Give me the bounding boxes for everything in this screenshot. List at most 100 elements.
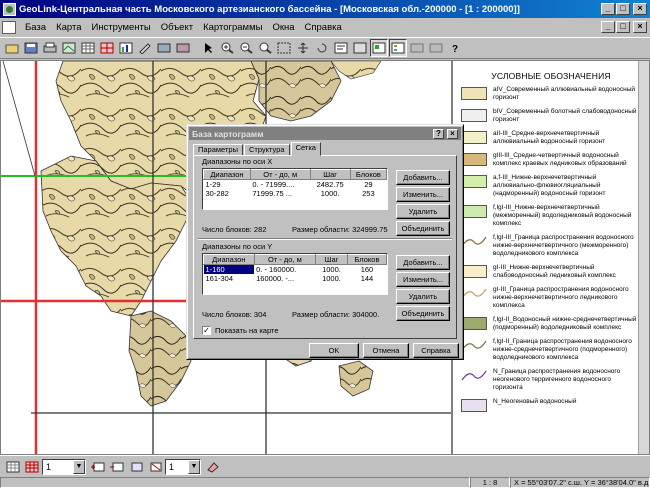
help-icon[interactable]: ? — [446, 39, 464, 57]
legend-swatch — [461, 87, 487, 100]
layer-select[interactable]: 1 ▼ — [42, 458, 86, 475]
open-icon[interactable] — [3, 39, 21, 57]
add-row-icon[interactable] — [89, 458, 107, 476]
menu-cartograms[interactable]: Картограммы — [198, 22, 267, 33]
x-ranges-grid[interactable]: Диапазон От - до, м Шаг Блоков 1-29 0. -… — [202, 168, 388, 210]
legend-item: f,lgI-III_Нижне-верхнечетвертичный (межм… — [453, 204, 649, 228]
export-icon[interactable] — [155, 39, 173, 57]
cancel-button[interactable]: Отмена — [363, 343, 409, 358]
x-delete-button[interactable]: Удалить — [396, 204, 450, 219]
mdi-restore-button[interactable]: □ — [616, 21, 630, 33]
select-icon[interactable] — [351, 39, 369, 57]
insert-block-icon[interactable] — [127, 458, 145, 476]
add-column-icon[interactable] — [108, 458, 126, 476]
map-view-icon[interactable] — [370, 39, 388, 57]
legend-item: aII-III_Средне-верхнечетвертичный аллюви… — [453, 130, 649, 146]
import-icon[interactable] — [174, 39, 192, 57]
x-row1-blocks: 29 — [364, 180, 373, 189]
legend-item: bIV_Современный болотный слабоводоносный… — [453, 108, 649, 124]
chevron-down-icon[interactable]: ▼ — [188, 459, 200, 474]
tab-grid[interactable]: Сетка — [290, 142, 321, 156]
svg-text:?: ? — [452, 44, 458, 54]
menu-map[interactable]: Карта — [51, 22, 86, 33]
menu-tools[interactable]: Инструменты — [86, 22, 155, 33]
mdi-minimize-button[interactable]: _ — [601, 21, 615, 33]
chevron-down-icon[interactable]: ▼ — [73, 459, 85, 474]
minimize-button[interactable]: _ — [601, 3, 615, 15]
y-edit-button[interactable]: Изменить... — [396, 272, 450, 287]
y-row1-range: 1-160 — [203, 264, 255, 274]
grid-icon[interactable] — [98, 39, 116, 57]
window-title: GeoLink-Центральная часть Московского ар… — [19, 3, 520, 15]
legend-icon[interactable] — [389, 39, 407, 57]
zoom-extent-icon[interactable] — [275, 39, 293, 57]
y-merge-button[interactable]: Объединить — [396, 306, 450, 321]
menu-object[interactable]: Объект — [156, 22, 198, 33]
y-col-from-to[interactable]: От - до, м — [253, 254, 317, 265]
x-merge-button[interactable]: Объединить — [396, 221, 450, 236]
legend-item: gI-III_Нижне-верхнечетвертичный слабовод… — [453, 264, 649, 280]
info-icon[interactable] — [332, 39, 350, 57]
zoom-in-icon[interactable] — [218, 39, 236, 57]
refresh-icon[interactable] — [313, 39, 331, 57]
legend-label: bIV_Современный болотный слабоводоносный… — [493, 108, 637, 123]
pan-icon[interactable] — [294, 39, 312, 57]
y-col-range[interactable]: Диапазон — [203, 254, 255, 265]
y-col-blocks[interactable]: Блоков — [346, 254, 388, 265]
legend-swatch — [461, 265, 487, 278]
legend-item: gI-III_Граница распространения водоносно… — [453, 286, 649, 310]
edit-icon[interactable] — [136, 39, 154, 57]
table-row[interactable]: 1-160 0. - 160000. 1000. 160 — [203, 264, 387, 274]
mdi-close-button[interactable]: × — [633, 21, 647, 33]
ok-button[interactable]: OK — [309, 343, 359, 358]
table-row[interactable]: 1-29 0. - 71999.... 2482.75 29 — [204, 180, 387, 189]
maximize-button[interactable]: □ — [616, 3, 630, 15]
step-select[interactable]: 1 ▼ — [165, 458, 201, 475]
show-on-map-checkbox[interactable]: ✓ — [202, 326, 211, 335]
table-icon[interactable] — [79, 39, 97, 57]
show-on-map-label[interactable]: Показать на карте — [215, 326, 279, 335]
dialog-help-footer-button[interactable]: Справка — [413, 343, 459, 358]
table-row[interactable]: 161-304 160000. -... 1000. 144 — [204, 274, 387, 283]
layers-icon[interactable] — [60, 39, 78, 57]
dialog-help-button[interactable]: ? — [433, 128, 444, 139]
grid-view-icon[interactable] — [4, 458, 22, 476]
menu-base[interactable]: База — [20, 22, 51, 33]
y-ranges-grid[interactable]: Диапазон От - до, м Шаг Блоков 1-160 0. … — [202, 253, 388, 295]
legend-item: aIV_Современный аллювиальный водоносный … — [453, 86, 649, 102]
y-delete-button[interactable]: Удалить — [396, 289, 450, 304]
y-col-step[interactable]: Шаг — [315, 254, 348, 265]
table-row[interactable]: 30-282 71999.75 ... 1000. 253 — [204, 189, 387, 198]
close-button[interactable]: × — [633, 3, 647, 15]
settings-icon[interactable] — [408, 39, 426, 57]
y-row2-blocks: 144 — [360, 274, 374, 283]
eraser-icon[interactable] — [204, 458, 222, 476]
print-icon[interactable] — [41, 39, 59, 57]
zoom-out-icon[interactable] — [237, 39, 255, 57]
menu-windows[interactable]: Окна — [267, 22, 299, 33]
x-edit-button[interactable]: Изменить... — [396, 187, 450, 202]
dialog-close-button[interactable]: × — [447, 128, 458, 139]
x-col-step[interactable]: Шаг — [309, 169, 351, 180]
x-col-range[interactable]: Диапазон — [203, 169, 251, 180]
x-row1-from-to: 0. - 71999.... — [252, 180, 295, 189]
delete-block-icon[interactable] — [146, 458, 164, 476]
y-blocks-count: Число блоков: 304 — [202, 310, 267, 319]
legend-scrollbar[interactable] — [638, 61, 649, 454]
save-icon[interactable] — [22, 39, 40, 57]
x-add-button[interactable]: Добавить... — [396, 170, 450, 185]
cartogram-grid-icon[interactable] — [23, 458, 41, 476]
y-row2-range: 161-304 — [205, 274, 234, 283]
menu-help[interactable]: Справка — [300, 22, 347, 33]
x-col-from-to[interactable]: От - до, м — [249, 169, 311, 180]
copy-icon[interactable] — [427, 39, 445, 57]
x-col-blocks[interactable]: Блоков — [349, 169, 388, 180]
chart-icon[interactable] — [117, 39, 135, 57]
pointer-icon[interactable] — [199, 39, 217, 57]
document-icon[interactable] — [2, 20, 16, 34]
app-icon — [3, 2, 16, 16]
legend-swatch — [461, 339, 487, 352]
legend-label: gI-III_Граница распространения водоносно… — [493, 286, 629, 309]
y-add-button[interactable]: Добавить... — [396, 255, 450, 270]
zoom-window-icon[interactable] — [256, 39, 274, 57]
